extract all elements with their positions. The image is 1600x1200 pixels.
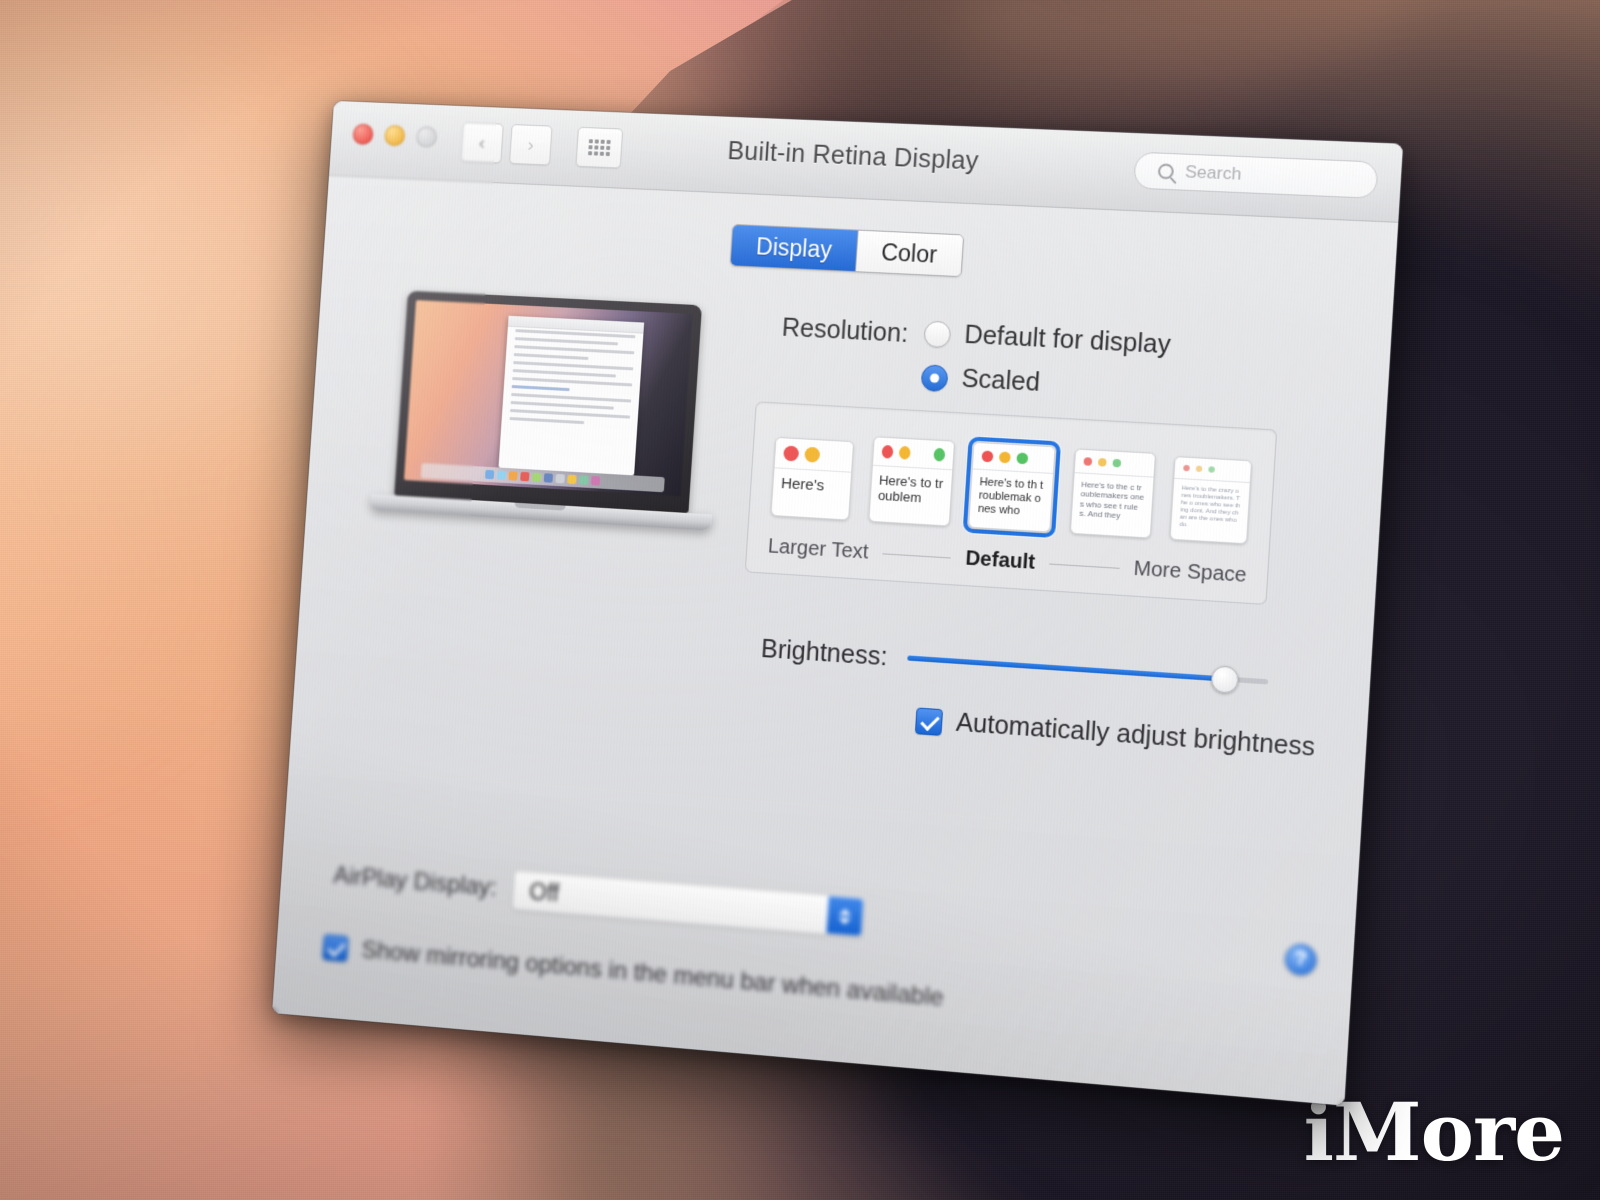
scaled-thumbnail-row: Here's Here's to troublem Here's to th t… xyxy=(765,425,1258,549)
brightness-row: Brightness: xyxy=(729,631,1320,702)
legend-rule-left xyxy=(882,553,952,559)
auto-brightness-row[interactable]: Automatically adjust brightness xyxy=(915,705,1316,763)
search-icon xyxy=(1157,163,1175,180)
mirroring-label: Show mirroring options in the menu bar w… xyxy=(360,936,945,1012)
radio-default-icon[interactable] xyxy=(923,319,952,348)
bottom-section: AirPlay Display: Off Show mirroring opti… xyxy=(322,855,1304,1042)
scale-option-3-selected[interactable]: Here's to th troublemak ones who xyxy=(962,436,1062,539)
display-controls-column: Resolution: Default for display Scaled H… xyxy=(725,298,1341,763)
scale-option-2-text: Here's to troublem xyxy=(877,472,944,506)
scale-option-4-text: Here's to the c troublemakers ones who s… xyxy=(1078,479,1145,521)
brightness-slider[interactable] xyxy=(907,655,1269,694)
tab-color[interactable]: Color xyxy=(854,230,963,277)
macbook-preview-image xyxy=(370,290,713,531)
scale-option-5[interactable]: Here's to the crazy ones troublemakers. … xyxy=(1164,451,1258,550)
search-input[interactable]: Search xyxy=(1133,151,1379,199)
brightness-label: Brightness: xyxy=(760,634,889,672)
question-mark-icon: ? xyxy=(1294,947,1308,971)
scale-option-2-thumbnail: Here's to troublem xyxy=(868,436,955,527)
tab-group: Display Color xyxy=(729,223,964,278)
tab-display[interactable]: Display xyxy=(730,224,858,272)
mini-document-window xyxy=(498,315,645,476)
scale-option-3-thumbnail: Here's to th troublemak ones who xyxy=(968,441,1057,533)
scaled-resolution-well: Here's Here's to troublem Here's to th t… xyxy=(745,401,1278,606)
resolution-radio-group: Default for display Scaled xyxy=(920,318,1172,405)
scale-option-4-thumbnail: Here's to the c troublemakers ones who s… xyxy=(1069,448,1156,539)
brightness-slider-fill xyxy=(907,655,1225,682)
system-preferences-window: ‹ › Built-in Retina Display Search Displ… xyxy=(272,100,1404,1106)
auto-brightness-label: Automatically adjust brightness xyxy=(955,708,1316,763)
radio-scaled-label: Scaled xyxy=(960,364,1041,398)
tab-color-label: Color xyxy=(880,238,938,268)
radio-default-for-display[interactable]: Default for display xyxy=(923,318,1172,360)
scale-option-4[interactable]: Here's to the c troublemakers ones who s… xyxy=(1064,443,1161,544)
thumb-titlebar xyxy=(872,437,954,471)
scale-option-1-thumbnail: Here's xyxy=(770,436,855,521)
airplay-popup-button[interactable]: Off xyxy=(511,869,866,939)
legend-default: Default xyxy=(964,547,1036,574)
perspective-stage: ‹ › Built-in Retina Display Search Displ… xyxy=(0,0,1600,1200)
legend-more-space: More Space xyxy=(1133,557,1248,588)
resolution-row: Resolution: Default for display Scaled xyxy=(747,310,1340,414)
display-preview-column xyxy=(340,279,745,721)
scale-option-3-text: Here's to th troublemak ones who xyxy=(977,475,1044,518)
macbook-screen xyxy=(404,300,693,497)
macbook-lid xyxy=(394,290,703,514)
scale-option-5-thumbnail: Here's to the crazy ones troublemakers. … xyxy=(1169,456,1253,545)
preferences-body: Display Color Resolution: Default for di… xyxy=(272,175,1399,1106)
brightness-slider-knob[interactable] xyxy=(1209,664,1239,694)
scale-option-1[interactable]: Here's xyxy=(765,432,859,526)
radio-scaled-icon[interactable] xyxy=(920,363,950,392)
airplay-selected-value: Off xyxy=(528,877,560,907)
legend-larger-text: Larger Text xyxy=(767,535,870,564)
mirroring-checkbox[interactable] xyxy=(322,934,349,963)
airplay-label: AirPlay Display: xyxy=(332,861,498,902)
brightness-block: Brightness: Automatically adjust brightn… xyxy=(725,631,1320,764)
radio-scaled[interactable]: Scaled xyxy=(920,362,1169,405)
radio-default-label: Default for display xyxy=(963,320,1172,360)
popup-arrows-icon[interactable] xyxy=(826,896,864,936)
main-area: Resolution: Default for display Scaled H… xyxy=(340,279,1341,763)
scale-option-2[interactable]: Here's to troublem xyxy=(863,431,961,532)
thumb-titlebar xyxy=(774,437,854,473)
scale-option-1-text: Here's xyxy=(780,474,825,495)
legend-rule-right xyxy=(1049,563,1120,569)
resolution-label: Resolution: xyxy=(781,313,910,349)
tab-display-label: Display xyxy=(755,232,833,263)
search-placeholder: Search xyxy=(1184,161,1243,184)
scale-option-5-text: Here's to the crazy ones troublemakers. … xyxy=(1178,485,1241,529)
auto-brightness-checkbox[interactable] xyxy=(915,706,944,736)
